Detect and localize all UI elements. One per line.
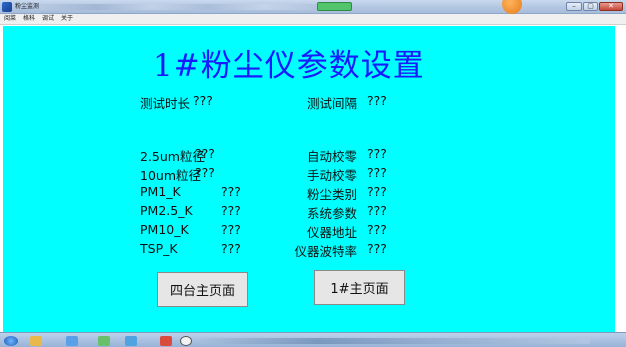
- status-badge: [317, 2, 352, 11]
- minimize-button[interactable]: –: [566, 2, 582, 11]
- main-page-1-button[interactable]: 1#主页面: [314, 270, 405, 305]
- taskbar: [0, 332, 626, 347]
- label-auto-zero: 自动校零: [306, 149, 357, 164]
- label-manual-zero: 手动校零: [306, 168, 357, 183]
- menu-bar: 阅菜 格科 调试 关于: [0, 14, 626, 25]
- app-icon-2[interactable]: [98, 336, 110, 346]
- value-auto-zero[interactable]: ???: [367, 146, 387, 161]
- value-dust-type[interactable]: ???: [367, 184, 387, 199]
- close-button[interactable]: ✕: [599, 2, 623, 11]
- window-titlebar: 粉尘监测 – ▢ ✕: [0, 0, 626, 14]
- app-icon-1[interactable]: [66, 336, 78, 346]
- maximize-icon: ▢: [587, 2, 594, 10]
- value-pm2-5-k[interactable]: ???: [221, 203, 241, 218]
- minimize-icon: –: [572, 2, 576, 10]
- page-title: 1#粉尘仪参数设置: [153, 48, 425, 84]
- app-icon-5[interactable]: [180, 336, 192, 346]
- app-icon: [2, 2, 12, 12]
- window-title: 粉尘监测: [15, 3, 40, 10]
- four-main-page-button[interactable]: 四台主页面: [157, 272, 248, 307]
- value-device-address[interactable]: ???: [367, 222, 387, 237]
- client-area: 1#粉尘仪参数设置 测试时长 ??? 2.5um粒径 ??? 10um粒径 ??…: [3, 26, 615, 332]
- value-10um[interactable]: ???: [195, 165, 215, 180]
- maximize-button[interactable]: ▢: [583, 2, 598, 11]
- label-pm10-k: PM10_K: [140, 222, 189, 237]
- menu-item-debug[interactable]: 调试: [41, 14, 55, 24]
- taskbar-blur: [200, 338, 590, 344]
- value-test-interval[interactable]: ???: [367, 93, 387, 108]
- label-device-address: 仪器地址: [306, 225, 357, 240]
- start-button-icon[interactable]: [4, 336, 18, 346]
- menu-item-format[interactable]: 格科: [22, 14, 36, 24]
- value-baud-rate[interactable]: ???: [367, 241, 387, 256]
- app-icon-4[interactable]: [160, 336, 172, 346]
- value-pm1-k[interactable]: ???: [221, 184, 241, 199]
- orb-icon: [502, 0, 522, 14]
- label-10um: 10um粒径: [140, 168, 202, 183]
- label-dust-type: 粉尘类别: [306, 187, 357, 202]
- menu-item-about[interactable]: 关于: [60, 14, 74, 24]
- app-icon-3[interactable]: [125, 336, 137, 346]
- titlebar-blur: [40, 4, 320, 10]
- label-pm1-k: PM1_K: [140, 184, 181, 199]
- label-baud-rate: 仪器波特率: [294, 244, 357, 259]
- value-2-5um[interactable]: ???: [195, 146, 215, 161]
- folder-icon[interactable]: [30, 336, 42, 346]
- value-pm10-k[interactable]: ???: [221, 222, 241, 237]
- menu-item-view[interactable]: 阅菜: [3, 14, 17, 24]
- label-pm2-5-k: PM2.5_K: [140, 203, 193, 218]
- close-icon: ✕: [608, 2, 614, 10]
- label-test-interval: 测试间隔: [306, 96, 357, 111]
- label-tsp-k: TSP_K: [140, 241, 178, 256]
- value-test-duration[interactable]: ???: [193, 93, 213, 108]
- label-test-duration: 测试时长: [140, 96, 191, 111]
- value-manual-zero[interactable]: ???: [367, 165, 387, 180]
- value-system-params[interactable]: ???: [367, 203, 387, 218]
- value-tsp-k[interactable]: ???: [221, 241, 241, 256]
- label-system-params: 系统参数: [306, 206, 357, 221]
